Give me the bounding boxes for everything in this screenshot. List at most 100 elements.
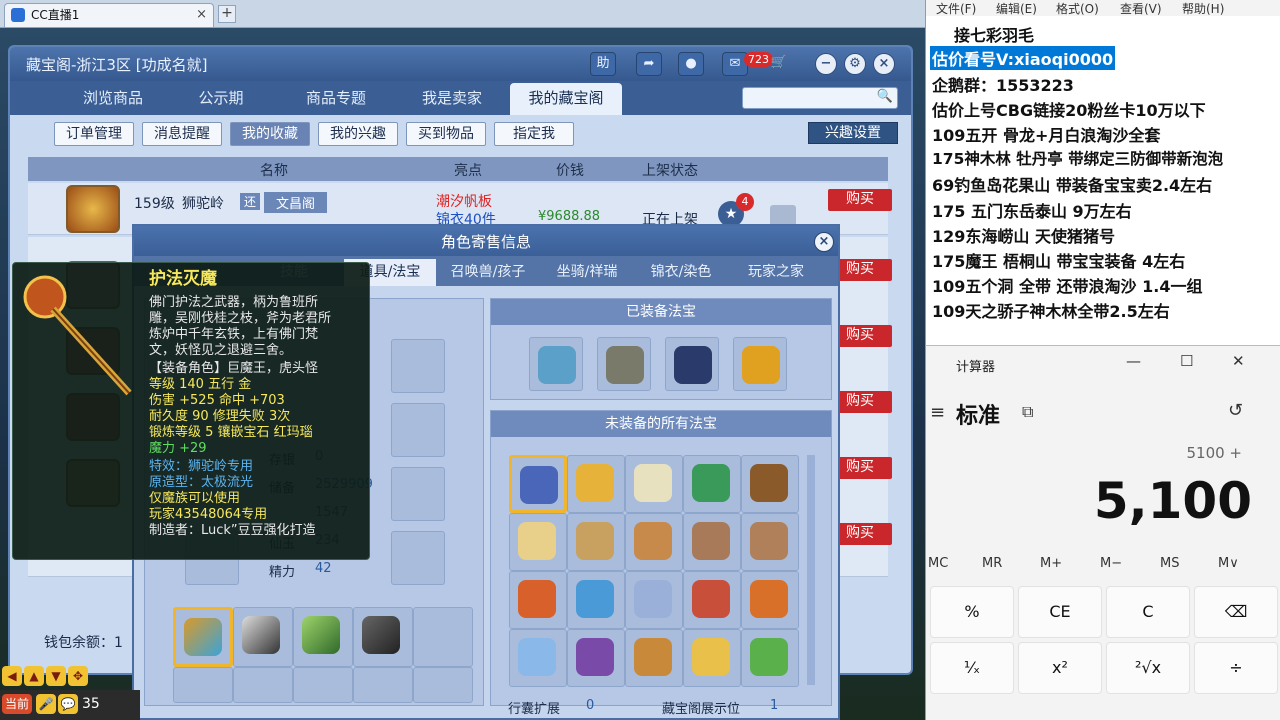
treasure-slot[interactable] [567,629,625,687]
inventory-slot[interactable] [353,667,413,703]
menu-edit[interactable]: 编辑(E) [996,0,1037,17]
menu-help[interactable]: 帮助(H) [1182,0,1224,17]
tab-mounts[interactable]: 坐骑/祥瑞 [540,259,634,286]
record-icon[interactable]: ● [678,52,704,76]
treasure-slot[interactable] [733,337,787,391]
maximize-icon[interactable]: ☐ [1180,352,1193,370]
mem-store-button[interactable]: MS [1160,556,1179,571]
menu-format[interactable]: 格式(O) [1056,0,1099,17]
treasure-slot[interactable] [683,571,741,629]
interest-settings-button[interactable]: 兴趣设置 [808,122,898,144]
browser-tab[interactable]: CC直播1 × [4,3,214,27]
mem-list-button[interactable]: M∨ [1218,556,1239,571]
treasure-slot[interactable] [567,455,625,513]
equip-slot[interactable] [391,531,445,585]
arrow-up-icon[interactable]: ▲ [24,666,44,686]
equip-slot[interactable] [391,339,445,393]
menu-icon[interactable]: ≡ [930,402,945,423]
sqrt-button[interactable]: ²√x [1106,642,1190,694]
inventory-slot[interactable] [353,607,413,667]
mem-clear-button[interactable]: MC [928,556,948,571]
mem-recall-button[interactable]: MR [982,556,1002,571]
treasure-scrollbar[interactable] [807,455,815,685]
arrow-left-icon[interactable]: ◀ [2,666,22,686]
subtab-interests[interactable]: 我的兴趣 [318,122,398,146]
weapon-slot-selected[interactable] [173,607,233,667]
inventory-slot[interactable] [293,607,353,667]
share-icon[interactable]: ➦ [636,52,662,76]
menu-file[interactable]: 文件(F) [936,0,976,17]
subtab-bought[interactable]: 买到物品 [406,122,486,146]
close-icon[interactable]: × [873,53,895,75]
buy-button[interactable]: 购买 [828,189,892,211]
tab-browse[interactable]: 浏览商品 [58,83,168,115]
subtab-orders[interactable]: 订单管理 [54,122,134,146]
reciprocal-button[interactable]: ¹⁄ₓ [930,642,1014,694]
tab-seller[interactable]: 我是卖家 [402,83,502,115]
mem-add-button[interactable]: M+ [1040,556,1062,571]
treasure-slot[interactable] [741,629,799,687]
treasure-slot[interactable] [509,513,567,571]
subtab-favorites[interactable]: 我的收藏 [230,122,310,146]
divide-button[interactable]: ÷ [1194,642,1278,694]
menu-view[interactable]: 查看(V) [1120,0,1162,17]
treasure-slot[interactable] [509,571,567,629]
treasure-slot[interactable] [741,571,799,629]
treasure-slot[interactable] [683,455,741,513]
treasure-slot[interactable] [683,629,741,687]
move-icon[interactable]: ✥ [68,666,88,686]
treasure-slot[interactable] [567,571,625,629]
inventory-slot[interactable] [413,667,473,703]
inventory-slot[interactable] [173,667,233,703]
tab-home[interactable]: 玩家之家 [730,259,822,286]
treasure-slot[interactable] [625,571,683,629]
treasure-slot[interactable] [509,629,567,687]
equip-slot[interactable] [391,403,445,457]
inventory-slot[interactable] [233,607,293,667]
clear-button[interactable]: C [1106,586,1190,638]
treasure-slot[interactable] [597,337,651,391]
inventory-slot[interactable] [413,607,473,667]
help-button[interactable]: 助 [590,52,616,76]
chat-icon[interactable]: 💬 [58,694,78,714]
close-tab-icon[interactable]: × [196,4,207,26]
new-tab-button[interactable]: + [218,5,236,23]
microphone-icon[interactable]: 🎤 [36,694,56,714]
tab-public[interactable]: 公示期 [176,83,266,115]
percent-button[interactable]: % [930,586,1014,638]
minimize-icon[interactable]: — [1126,352,1141,370]
tab-pets[interactable]: 召唤兽/孩子 [438,259,538,286]
treasure-slot[interactable] [741,455,799,513]
treasure-slot[interactable] [741,513,799,571]
history-icon[interactable]: ↺ [1228,400,1243,421]
treasure-slot[interactable] [529,337,583,391]
keep-on-top-icon[interactable]: ⧉ [1022,402,1033,422]
inventory-slot[interactable] [233,667,293,703]
treasure-slot[interactable] [683,513,741,571]
backspace-button[interactable]: ⌫ [1194,586,1278,638]
close-icon[interactable]: ✕ [1232,352,1245,370]
tab-topics[interactable]: 商品专题 [286,83,386,115]
treasure-slot[interactable] [665,337,719,391]
tab-my-cbg[interactable]: 我的藏宝阁 [510,83,622,115]
square-button[interactable]: x² [1018,642,1102,694]
subtab-designated[interactable]: 指定我 [494,122,574,146]
treasure-slot[interactable] [625,513,683,571]
tab-costumes[interactable]: 锦衣/染色 [636,259,726,286]
dialog-close-icon[interactable]: × [814,232,834,252]
treasure-slot[interactable] [567,513,625,571]
minimize-icon[interactable]: − [815,53,837,75]
treasure-slot[interactable] [625,629,683,687]
arrow-down-icon[interactable]: ▼ [46,666,66,686]
equip-slot[interactable] [391,467,445,521]
search-input[interactable]: 🔍 [742,87,898,109]
mem-subtract-button[interactable]: M− [1100,556,1122,571]
treasure-slot[interactable] [625,455,683,513]
treasure-slot[interactable] [509,455,567,513]
subtab-messages[interactable]: 消息提醒 [142,122,222,146]
clear-entry-button[interactable]: CE [1018,586,1102,638]
cart-icon[interactable]: 🛒 [766,52,792,76]
inventory-slot[interactable] [293,667,353,703]
settings-icon[interactable]: ⚙ [844,53,866,75]
channel-current[interactable]: 当前 [2,694,32,714]
